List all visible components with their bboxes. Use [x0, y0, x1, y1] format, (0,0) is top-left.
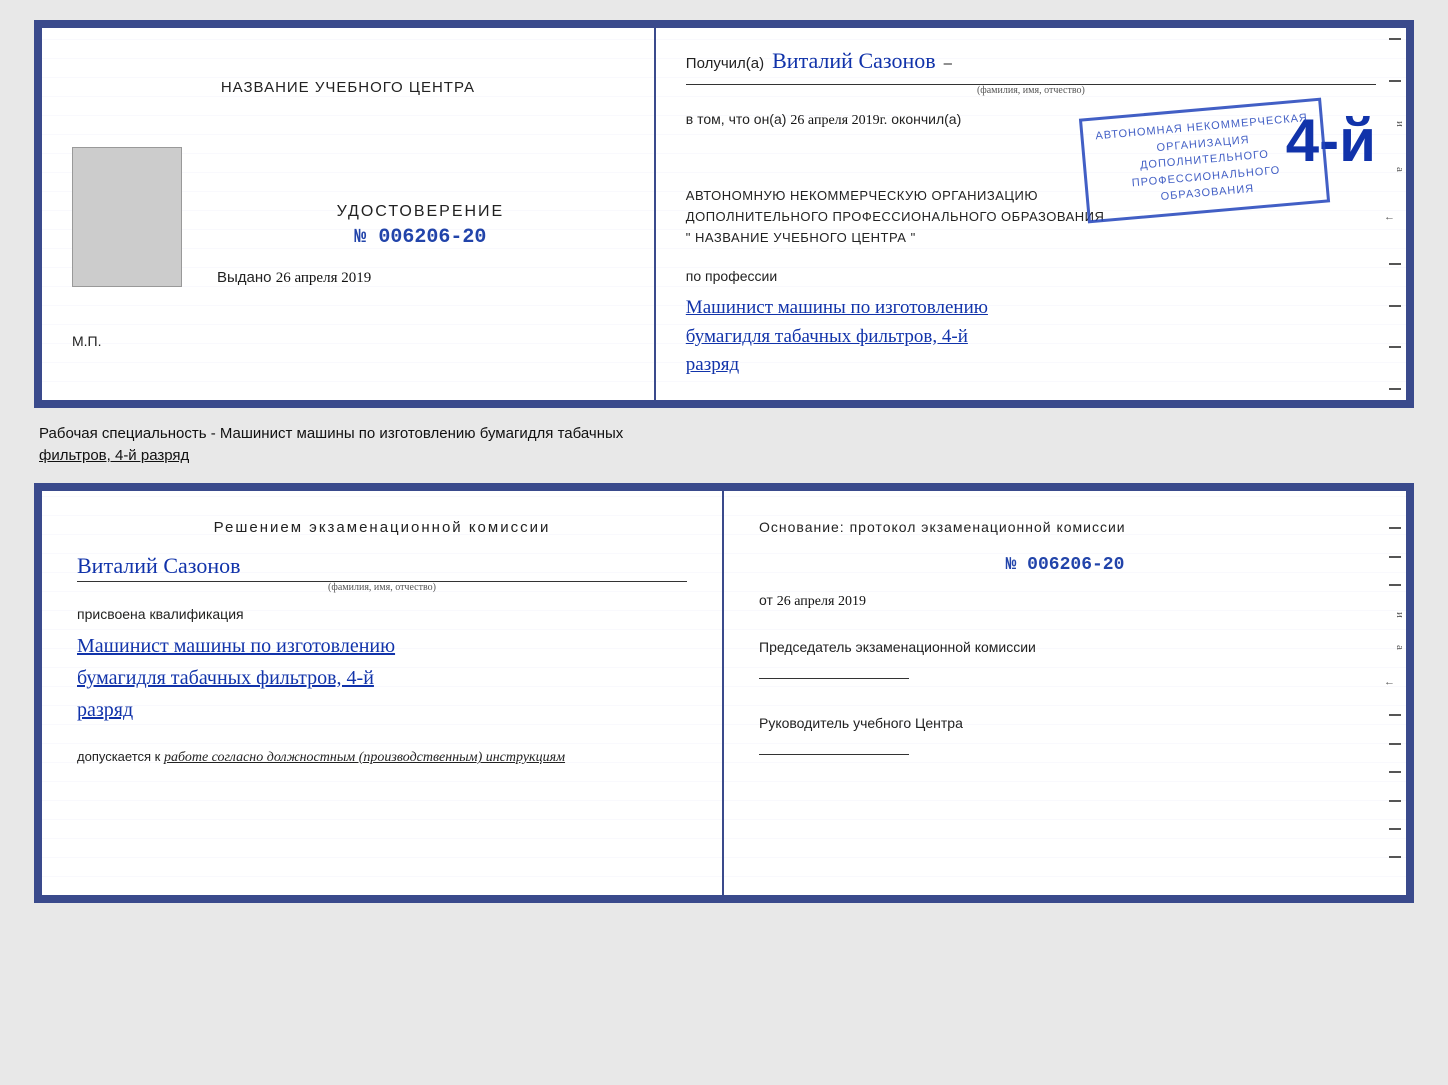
side-dash-6: [1389, 388, 1401, 390]
side-text-a: а: [1384, 167, 1406, 172]
bottom-person-label: (фамилия, имя, отчество): [77, 581, 687, 593]
profession-line2: бумагидля табачных фильтров, 4-й: [686, 323, 1376, 352]
org-line3: " НАЗВАНИЕ УЧЕБНОГО ЦЕНТРА ": [686, 228, 1376, 249]
profession-block: Машинист машины по изготовлению бумагидл…: [686, 294, 1376, 380]
side-dash-2: [1389, 80, 1401, 82]
date-suffix: окончил(а): [891, 111, 961, 127]
b-side-dash-7: [1389, 800, 1401, 802]
chairman-title: Председатель экзаменационной комиссии: [759, 637, 1371, 658]
issued-label: Выдано: [217, 269, 272, 286]
profession-line1: Машинист машины по изготовлению: [686, 294, 1376, 323]
b-side-dash-4: [1389, 714, 1401, 716]
cert-photo-row: УДОСТОВЕРЕНИЕ № 006206-20 Выдано 26 апре…: [72, 137, 624, 287]
b-side-dash-3: [1389, 584, 1401, 586]
date-prefix: от: [759, 592, 773, 608]
b-side-dash-9: [1389, 856, 1401, 858]
osnov-title: Основание: протокол экзаменационной коми…: [759, 516, 1371, 538]
issued-block: Выдано 26 апреля 2019: [217, 269, 624, 287]
udostoverenie-number: № 006206-20: [217, 226, 624, 249]
bottom-person-block: Виталий Сазонов (фамилия, имя, отчество): [77, 548, 687, 593]
dash-separator: –: [944, 55, 952, 72]
bottom-right-decorations: и а ←: [1384, 491, 1406, 895]
chairman-section: Председатель экзаменационной комиссии: [759, 637, 1371, 681]
school-name-top: НАЗВАНИЕ УЧЕБНОГО ЦЕНТРА: [221, 79, 475, 96]
side-dash-5: [1389, 346, 1401, 348]
cert-photo: [72, 147, 182, 287]
bottom-person-name: Виталий Сазонов: [77, 553, 687, 579]
b-side-dash-5: [1389, 743, 1401, 745]
b-side-text-а: а: [1384, 645, 1406, 650]
left-text-column: УДОСТОВЕРЕНИЕ № 006206-20 Выдано 26 апре…: [202, 183, 624, 287]
side-dash-3: [1389, 263, 1401, 265]
photo-column: [72, 137, 202, 287]
stamp-box: АВТОНОМНАЯ НЕКОММЕРЧЕСКАЯ ОРГАНИЗАЦИЯ ДО…: [1079, 98, 1330, 223]
director-section: Руководитель учебного Центра: [759, 713, 1371, 757]
bottom-certificate: Решением экзаменационной комиссии Витали…: [34, 483, 1414, 903]
chairman-sig-line: [759, 678, 909, 679]
cert-bottom-right-panel: Основание: протокол экзаменационной коми…: [724, 491, 1406, 895]
recipient-name: Виталий Сазонов: [772, 48, 935, 74]
document-wrapper: НАЗВАНИЕ УЧЕБНОГО ЦЕНТРА УДОСТОВЕРЕНИЕ №…: [34, 20, 1414, 903]
org-line2: ДОПОЛНИТЕЛЬНОГО ПРОФЕССИОНАЛЬНОГО ОБРАЗО…: [686, 207, 1376, 228]
protocol-date: от 26 апреля 2019: [759, 592, 1371, 610]
side-dash-1: [1389, 38, 1401, 40]
dopusk-block: допускается к работе согласно должностны…: [77, 749, 687, 766]
director-title: Руководитель учебного Центра: [759, 713, 1371, 734]
date-handwritten: 26 апреля 2019г.: [790, 113, 887, 128]
dopusk-prefix: допускается к: [77, 749, 160, 764]
recipient-underline: (фамилия, имя, отчество): [686, 82, 1376, 96]
b-side-dash-2: [1389, 556, 1401, 558]
profession-label: по профессии: [686, 268, 1376, 284]
side-text-и: и: [1384, 121, 1406, 127]
recipient-label: (фамилия, имя, отчество): [686, 84, 1376, 96]
recipient-block: Получил(а) Виталий Сазонов – (фамилия, и…: [686, 48, 1376, 96]
specialty-text-block: Рабочая специальность - Машинист машины …: [34, 418, 1414, 473]
protocol-date-value: 26 апреля 2019: [777, 594, 866, 609]
received-prefix: Получил(а): [686, 55, 764, 72]
date-prefix: в том, что он(а): [686, 111, 787, 127]
specialty-line1: Рабочая специальность - Машинист машины …: [39, 423, 1409, 446]
qualification-block: Машинист машины по изготовлению бумагидл…: [77, 630, 687, 726]
cert-right-panel: Получил(а) Виталий Сазонов – (фамилия, и…: [656, 28, 1406, 400]
dopusk-text: работе согласно должностным (производств…: [164, 750, 565, 765]
issued-date: 26 апреля 2019: [276, 270, 372, 286]
b-side-dash-1: [1389, 527, 1401, 529]
right-side-decorations: и а ←: [1384, 28, 1406, 400]
qual-line3: разряд: [77, 694, 687, 726]
commission-title: Решением экзаменационной комиссии: [77, 516, 687, 540]
side-dash-4: [1389, 305, 1401, 307]
qualification-label: присвоена квалификация: [77, 606, 687, 622]
side-text-arrow: ←: [1384, 211, 1406, 223]
protocol-number: № 006206-20: [759, 555, 1371, 575]
profession-line3: разряд: [686, 351, 1376, 380]
cert-bottom-left-panel: Решением экзаменационной комиссии Витали…: [42, 491, 724, 895]
cert-left-panel: НАЗВАНИЕ УЧЕБНОГО ЦЕНТРА УДОСТОВЕРЕНИЕ №…: [42, 28, 656, 400]
b-side-text-и: и: [1384, 612, 1406, 618]
b-side-dash-8: [1389, 828, 1401, 830]
b-side-text-arrow: ←: [1384, 676, 1406, 688]
qual-line1: Машинист машины по изготовлению: [77, 630, 687, 662]
qual-line2: бумагидля табачных фильтров, 4-й: [77, 662, 687, 694]
udostoverenie-title: УДОСТОВЕРЕНИЕ: [217, 203, 624, 221]
udostoverenie-block: УДОСТОВЕРЕНИЕ № 006206-20: [217, 203, 624, 249]
specialty-line2: фильтров, 4-й разряд: [39, 445, 1409, 468]
b-side-dash-6: [1389, 771, 1401, 773]
mp-label: М.П.: [72, 333, 102, 349]
top-certificate: НАЗВАНИЕ УЧЕБНОГО ЦЕНТРА УДОСТОВЕРЕНИЕ №…: [34, 20, 1414, 408]
director-sig-line: [759, 754, 909, 755]
